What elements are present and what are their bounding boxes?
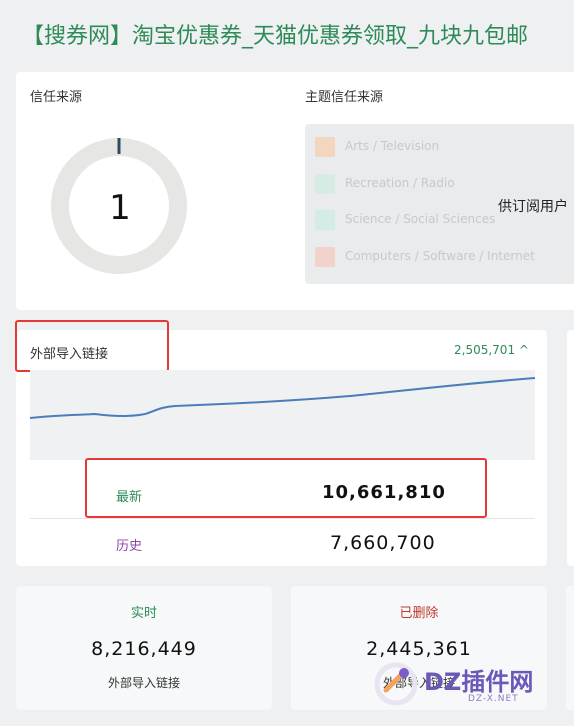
watermark-subtext: DZ-X.NET — [468, 694, 519, 704]
topic-trust-label: 主题信任来源 — [305, 90, 384, 105]
external-links-label: 外部导入链接 — [30, 347, 109, 362]
topic-name: Computers / Software / Internet — [345, 249, 535, 263]
stat-heading: 实时 — [130, 606, 157, 621]
chevron-up-icon: ^ — [515, 343, 529, 357]
topic-item: Science / Social Sciences — [315, 208, 495, 230]
history-value: 7,660,700 — [330, 532, 436, 554]
adjacent-card-edge — [567, 330, 574, 566]
stat-value: 2,445,361 — [366, 638, 472, 660]
topic-name: Arts / Television — [345, 139, 440, 153]
trust-value: 1 — [109, 188, 131, 228]
stat-sub: 外部导入链接 — [107, 676, 180, 690]
latest-value: 10,661,810 — [322, 482, 446, 503]
topic-name: Recreation / Radio — [345, 176, 455, 190]
latest-label: 最新 — [116, 490, 143, 505]
topic-swatch — [315, 246, 335, 267]
watermark-logo-icon — [374, 662, 418, 706]
topic-item: Recreation / Radio — [315, 172, 455, 194]
external-links-count-value: 2,505,701 — [454, 343, 516, 357]
topic-name: Science / Social Sciences — [345, 212, 496, 226]
topic-item: Computers / Software / Internet — [315, 245, 535, 267]
stat-value: 8,216,449 — [91, 638, 197, 660]
external-links-count[interactable]: 2,505,701 ^ — [454, 343, 529, 357]
stat-card-realtime: 实时 8,216,449 外部导入链接 — [16, 586, 272, 710]
external-links-trend-chart — [30, 370, 535, 460]
topic-swatch — [315, 136, 335, 157]
topic-item: Arts / Television — [315, 135, 439, 157]
watermark: DZ插件网 DZ-X.NET — [372, 660, 572, 708]
trust-sources-label: 信任来源 — [30, 90, 83, 105]
topic-swatch — [315, 209, 335, 230]
divider — [30, 518, 535, 519]
subscriber-only-text[interactable]: 供订阅用户 — [498, 196, 568, 216]
page-title: 【搜券网】淘宝优惠券_天猫优惠券领取_九块九包邮 — [22, 24, 529, 49]
topic-swatch — [315, 173, 335, 194]
stat-heading: 已删除 — [399, 606, 439, 621]
history-label: 历史 — [116, 539, 143, 554]
watermark-text: DZ插件网 — [424, 668, 534, 696]
